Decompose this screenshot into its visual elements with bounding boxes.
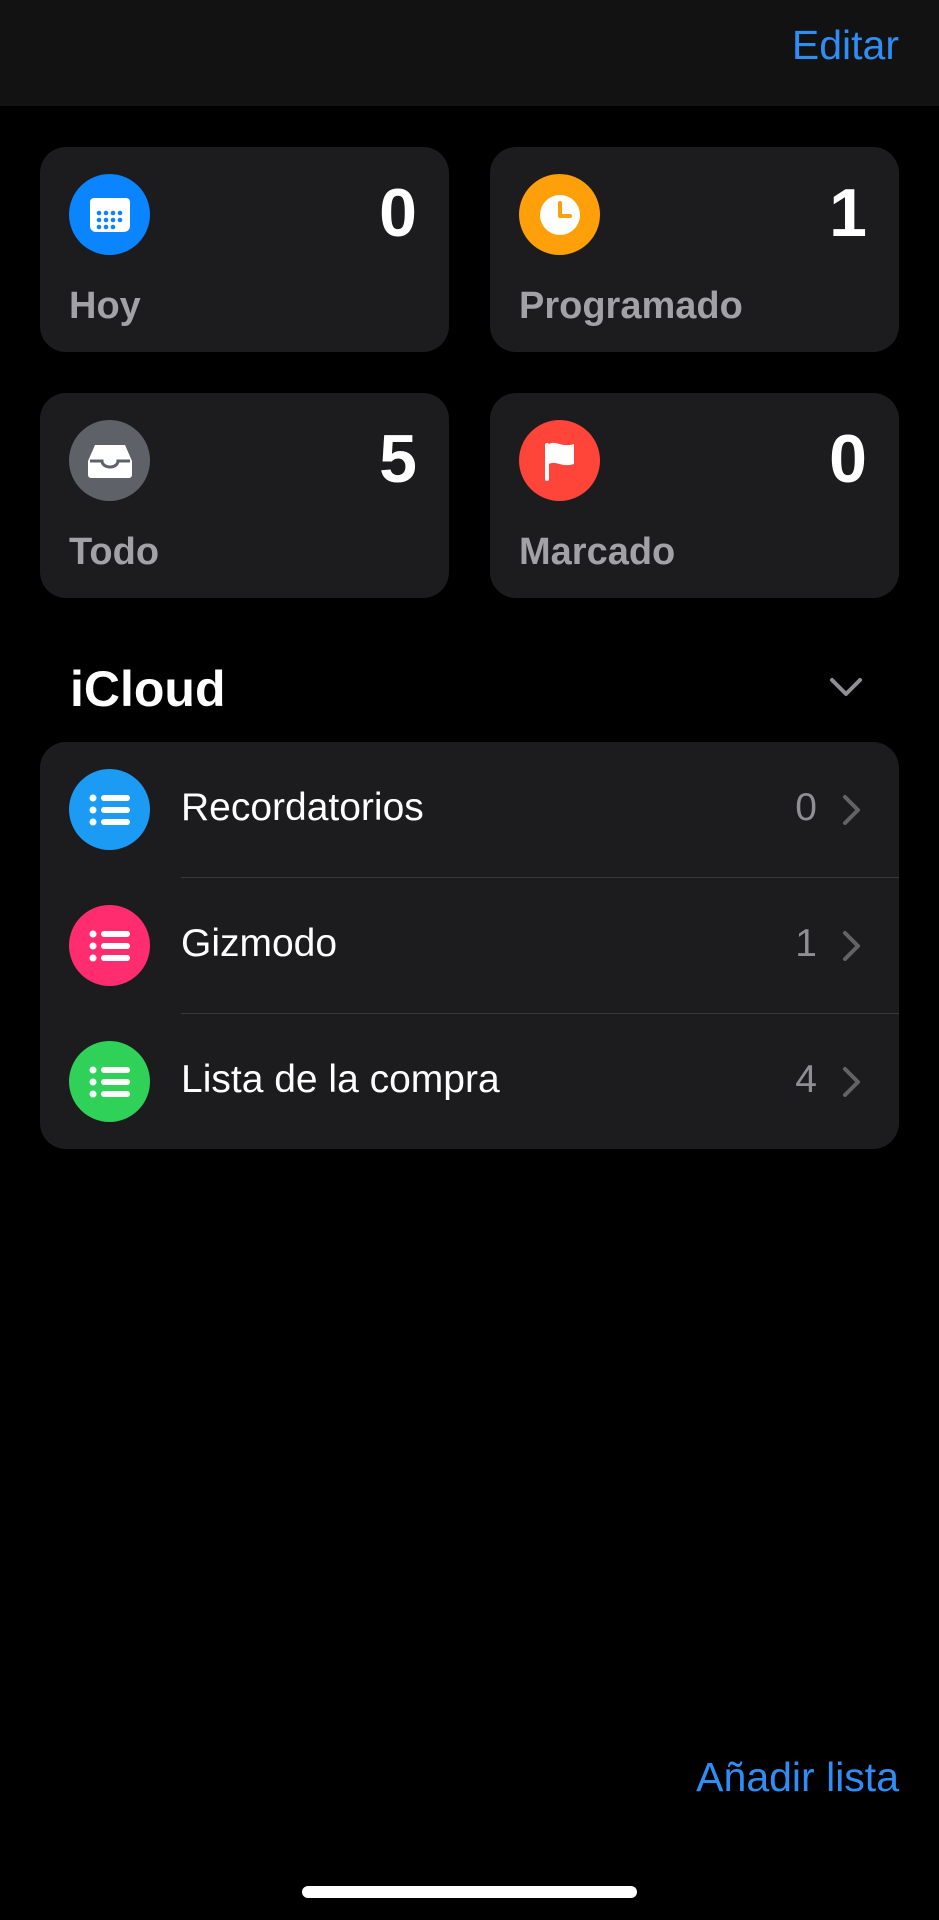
scheduled-label: Programado	[519, 285, 743, 327]
today-count: 0	[379, 175, 417, 251]
chevron-right-icon	[843, 1067, 860, 1097]
list-item-lista-de-la-compra[interactable]: Lista de la compra 4	[40, 1014, 899, 1149]
list-count: 4	[795, 1058, 817, 1101]
list-count: 1	[795, 922, 817, 965]
chevron-right-icon	[843, 931, 860, 961]
list-item-recordatorios[interactable]: Recordatorios 0	[40, 742, 899, 878]
flagged-count: 0	[829, 421, 867, 497]
all-count: 5	[379, 421, 417, 497]
smart-list-today[interactable]: 0 Hoy	[40, 147, 449, 352]
clock-icon	[519, 174, 600, 255]
chevron-down-icon[interactable]	[828, 674, 864, 700]
chevron-right-icon	[843, 795, 860, 825]
all-label: Todo	[69, 531, 160, 573]
flag-icon	[519, 420, 600, 501]
flagged-label: Marcado	[519, 531, 676, 573]
home-indicator[interactable]	[302, 1886, 637, 1898]
today-label: Hoy	[69, 285, 141, 327]
list-bullet-icon	[69, 905, 150, 986]
list-bullet-icon	[69, 1041, 150, 1122]
scheduled-count: 1	[829, 175, 867, 251]
list-bullet-icon	[69, 769, 150, 850]
list-name: Recordatorios	[181, 786, 424, 829]
smart-list-scheduled[interactable]: 1 Programado	[490, 147, 899, 352]
icloud-lists: Recordatorios 0 Gizmodo 1 Lista de la co…	[40, 742, 899, 1149]
list-name: Gizmodo	[181, 922, 338, 965]
navigation-bar: Editar	[0, 0, 939, 106]
smart-list-flagged[interactable]: 0 Marcado	[490, 393, 899, 598]
list-item-gizmodo[interactable]: Gizmodo 1	[40, 878, 899, 1014]
list-count: 0	[795, 786, 817, 829]
icloud-section-title: iCloud	[70, 661, 226, 717]
smart-list-all[interactable]: 5 Todo	[40, 393, 449, 598]
list-name: Lista de la compra	[181, 1058, 500, 1101]
tray-icon	[69, 420, 150, 501]
calendar-icon	[69, 174, 150, 255]
edit-button[interactable]: Editar	[792, 22, 899, 69]
add-list-button[interactable]: Añadir lista	[696, 1754, 899, 1801]
